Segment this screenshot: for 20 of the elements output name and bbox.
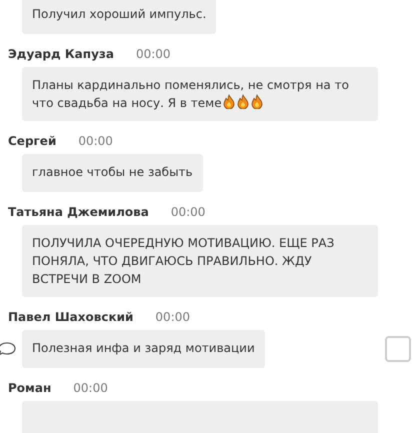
message-time: 00:00	[155, 310, 190, 324]
message-text: Планы кардинально поменялись, не смотря на то что свадьба на носу. Я в теме	[32, 78, 349, 110]
author-name: Татьяна Джемилова	[8, 205, 149, 219]
author-name: Павел Шаховский	[8, 310, 134, 324]
fire-icon	[222, 94, 236, 109]
message-text: Получил хороший импульс.	[32, 7, 206, 21]
message-time: 00:00	[73, 381, 108, 395]
message-time: 00:00	[78, 134, 113, 148]
message-text: Полезная инфа и заряд мотивации	[32, 341, 255, 355]
author-name: Сергей	[8, 134, 56, 148]
message-text: главное чтобы не забыть	[32, 165, 193, 179]
author-name: Роман	[8, 381, 52, 395]
checkbox[interactable]	[385, 336, 411, 362]
speech-bubble-icon[interactable]	[0, 342, 16, 356]
author-name: Эдуард Капуза	[8, 47, 114, 61]
fire-icon	[250, 94, 264, 109]
fire-icon	[236, 94, 250, 109]
message-text: ПОЛУЧИЛА ОЧЕРЕДНУЮ МОТИВАЦИЮ. ЕЩЕ РАЗ ПОНЯЛА, ЧТО ДВИГАЮСЬ ПРАВИЛЬНО. ЖДУ ВСТРЕЧИ В ZOOM	[32, 236, 334, 286]
message-time: 00:00	[170, 205, 206, 219]
message-time: 00:00	[136, 47, 171, 61]
